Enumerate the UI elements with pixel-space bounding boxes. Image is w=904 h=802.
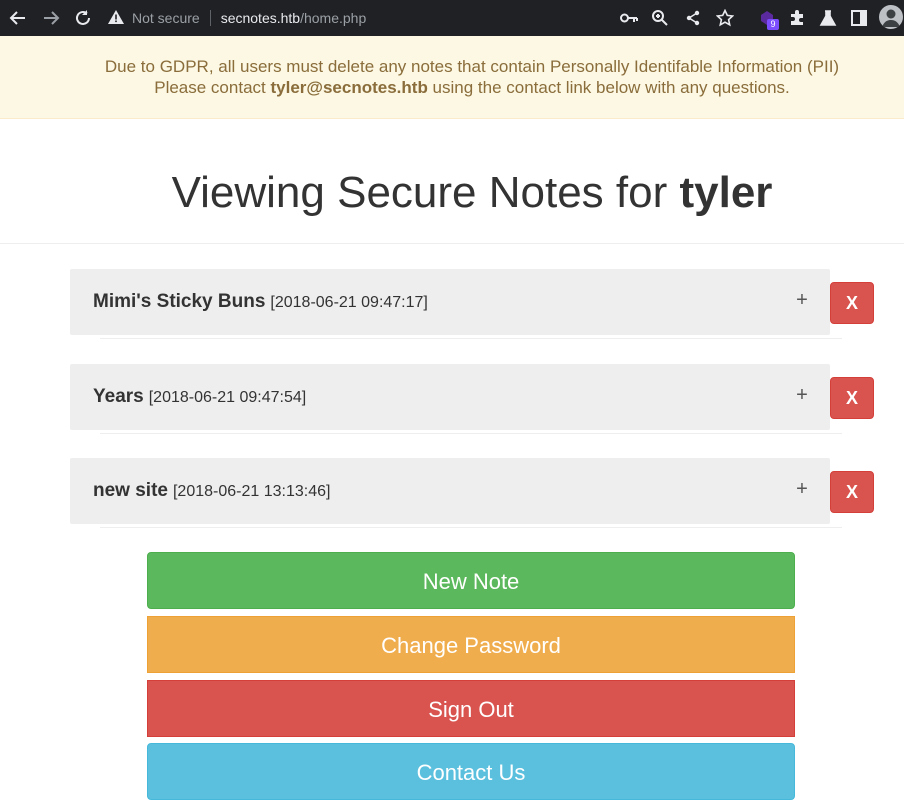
- page-title-prefix: Viewing Secure Notes for: [171, 168, 680, 217]
- back-arrow-icon[interactable]: [7, 7, 29, 29]
- url-host: secnotes.htb: [220, 10, 301, 26]
- note-panel[interactable]: Years [2018-06-21 09:47:54] +: [70, 364, 830, 430]
- note-title: Years [2018-06-21 09:47:54]: [93, 386, 306, 409]
- note-title: Mimi's Sticky Buns [2018-06-21 09:47:17]: [93, 291, 428, 314]
- reload-icon[interactable]: [72, 7, 94, 29]
- contact-us-button[interactable]: Contact Us: [147, 743, 795, 800]
- star-icon[interactable]: [714, 7, 736, 29]
- note-name: Years: [93, 386, 144, 407]
- forward-arrow-icon[interactable]: [40, 7, 62, 29]
- note-name: Mimi's Sticky Buns: [93, 291, 266, 312]
- note-divider: [100, 433, 842, 434]
- note-panel[interactable]: Mimi's Sticky Buns [2018-06-21 09:47:17] …: [70, 269, 830, 335]
- notice-line-2-post: using the contact link below with any qu…: [427, 78, 790, 97]
- note-item: new site [2018-06-21 13:13:46] + X: [70, 458, 880, 528]
- sign-out-button[interactable]: Sign Out: [147, 680, 795, 737]
- url-path: /home.php: [300, 10, 367, 26]
- note-name: new site: [93, 480, 168, 501]
- flask-icon[interactable]: [817, 7, 839, 29]
- extension-badge: 9: [767, 19, 779, 30]
- note-panel[interactable]: new site [2018-06-21 13:13:46] +: [70, 458, 830, 524]
- notice-line-2-pre: Please contact: [154, 78, 271, 97]
- contact-email: tyler@secnotes.htb: [270, 78, 428, 97]
- delete-note-button[interactable]: X: [830, 377, 874, 419]
- not-secure-label: Not secure: [132, 10, 200, 26]
- avatar-icon[interactable]: [879, 5, 903, 29]
- note-date: [2018-06-21 13:13:46]: [172, 483, 331, 500]
- key-icon[interactable]: [618, 7, 640, 29]
- gdpr-notice: Due to GDPR, all users must delete any n…: [0, 36, 904, 119]
- change-password-button[interactable]: Change Password: [147, 616, 795, 673]
- share-icon[interactable]: [682, 7, 704, 29]
- note-item: Mimi's Sticky Buns [2018-06-21 09:47:17] …: [70, 269, 880, 339]
- page-title-user: tyler: [679, 168, 773, 217]
- url-divider: [209, 10, 211, 26]
- note-divider: [100, 527, 842, 528]
- page-title: Viewing Secure Notes for tyler: [0, 165, 904, 221]
- delete-note-button[interactable]: X: [830, 282, 874, 324]
- notice-line-1: Due to GDPR, all users must delete any n…: [104, 57, 840, 76]
- expand-icon[interactable]: +: [795, 384, 809, 407]
- browser-toolbar: Not secure secnotes.htb/home.php 9: [0, 0, 904, 36]
- zoom-icon[interactable]: [649, 7, 671, 29]
- delete-note-button[interactable]: X: [830, 471, 874, 513]
- address-bar[interactable]: Not secure secnotes.htb/home.php: [108, 0, 366, 36]
- expand-icon[interactable]: +: [795, 289, 809, 312]
- new-note-button[interactable]: New Note: [147, 552, 795, 609]
- title-divider: [0, 243, 904, 244]
- expand-icon[interactable]: +: [795, 478, 809, 501]
- notice-line-2: Please contact tyler@secnotes.htb using …: [0, 77, 904, 98]
- note-divider: [100, 338, 842, 339]
- sidebar-icon[interactable]: [848, 7, 870, 29]
- note-date: [2018-06-21 09:47:54]: [148, 389, 307, 406]
- note-date: [2018-06-21 09:47:17]: [270, 294, 428, 311]
- puzzle-icon[interactable]: [786, 7, 808, 29]
- note-title: new site [2018-06-21 13:13:46]: [93, 480, 330, 503]
- warning-icon: [108, 9, 124, 27]
- note-item: Years [2018-06-21 09:47:54] + X: [70, 364, 880, 434]
